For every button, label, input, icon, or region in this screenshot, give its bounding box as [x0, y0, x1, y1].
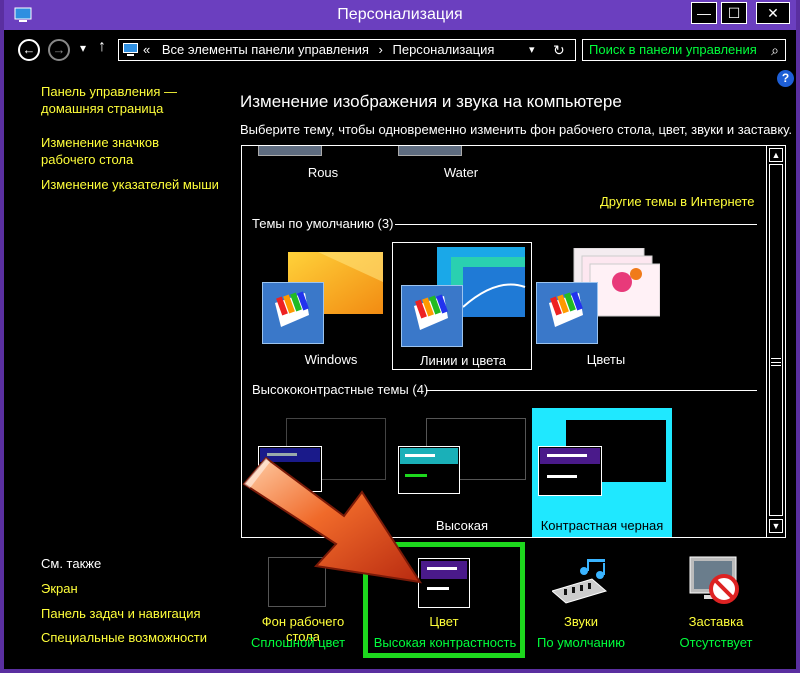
- default-themes-header: Темы по умолчанию (3): [252, 216, 394, 231]
- theme-windows[interactable]: Windows: [252, 244, 392, 369]
- sounds-link[interactable]: Звуки: [544, 614, 618, 629]
- desktop-background-value[interactable]: Сплошной цвет: [243, 635, 353, 650]
- close-button[interactable]: ✕: [756, 2, 790, 24]
- hcb-window-preview: [538, 446, 602, 496]
- pointer-arrow-icon: [242, 456, 423, 584]
- color-palette-icon: [536, 282, 598, 344]
- theme-label-water[interactable]: Water: [428, 165, 494, 180]
- see-also-heading: См. также: [41, 556, 102, 571]
- theme-lines-and-colors[interactable]: Линии и цвета: [392, 242, 532, 370]
- search-placeholder: Поиск в панели управления: [589, 42, 757, 57]
- breadcrumb-all-items[interactable]: Все элементы панели управления: [162, 42, 369, 57]
- control-panel-home-link[interactable]: Панель управления — домашняя страница: [41, 83, 201, 117]
- section-divider: [395, 224, 757, 225]
- taskbar-navigation-link[interactable]: Панель задач и навигация: [41, 605, 201, 622]
- online-themes-link[interactable]: Другие темы в Интернете: [600, 194, 755, 209]
- themes-scrollbar[interactable]: ▲ ▼: [766, 146, 785, 537]
- maximize-button[interactable]: ☐: [721, 2, 747, 24]
- theme-label-rous[interactable]: Rous: [290, 165, 356, 180]
- theme-label-windows[interactable]: Windows: [276, 352, 386, 367]
- up-button[interactable]: ↑: [98, 38, 106, 56]
- theme-high-contrast-black[interactable]: Контрастная черная: [532, 408, 672, 537]
- page-title: Изменение изображения и звука на компьют…: [240, 92, 622, 111]
- theme-flowers[interactable]: Цветы: [534, 244, 674, 369]
- screensaver-value[interactable]: Отсутствует: [672, 635, 760, 650]
- rous-theme-thumbnail[interactable]: [258, 146, 322, 156]
- screensaver-link[interactable]: Заставка: [674, 614, 758, 629]
- sounds-icon[interactable]: [552, 557, 610, 607]
- address-dropdown-icon[interactable]: ▾: [529, 40, 535, 60]
- search-input[interactable]: Поиск в панели управления ⌕: [582, 39, 786, 61]
- page-subtitle: Выберите тему, чтобы одновременно измени…: [240, 122, 792, 137]
- theme-label-lines[interactable]: Линии и цвета: [403, 353, 523, 368]
- screensaver-icon[interactable]: [686, 555, 746, 607]
- breadcrumb-separator: ›: [378, 42, 383, 57]
- refresh-icon[interactable]: ↻: [553, 40, 565, 60]
- scroll-thumb[interactable]: [769, 164, 783, 516]
- sounds-value[interactable]: По умолчанию: [527, 635, 635, 650]
- scroll-down-button[interactable]: ▼: [769, 519, 783, 533]
- title-bar: Персонализация — ☐ ✕: [4, 0, 796, 30]
- scroll-up-button[interactable]: ▲: [769, 148, 783, 162]
- search-icon[interactable]: ⌕: [771, 40, 779, 60]
- mouse-pointers-link[interactable]: Изменение указателей мыши: [41, 176, 221, 193]
- navigation-bar: ← → ▾ ↑ « Все элементы панели управления…: [4, 30, 796, 70]
- scroll-grip: [771, 358, 781, 366]
- help-icon[interactable]: ?: [777, 70, 794, 87]
- back-button[interactable]: ←: [18, 39, 40, 61]
- personalization-window: Персонализация — ☐ ✕ ← → ▾ ↑ « Все элеме…: [0, 0, 800, 673]
- forward-button[interactable]: →: [48, 39, 70, 61]
- display-link[interactable]: Экран: [41, 580, 78, 597]
- address-bar[interactable]: « Все элементы панели управления › Персо…: [118, 39, 576, 61]
- ease-of-access-link[interactable]: Специальные возможности: [41, 629, 207, 646]
- window-title: Персонализация: [337, 6, 463, 23]
- control-panel-icon: [123, 43, 138, 56]
- minimize-button[interactable]: —: [691, 2, 717, 24]
- address-overflow[interactable]: «: [143, 42, 150, 57]
- desktop-icons-link[interactable]: Изменение значков рабочего стола: [41, 134, 201, 168]
- breadcrumb-personalization[interactable]: Персонализация: [393, 42, 495, 57]
- high-contrast-header: Высококонтрастные темы (4): [252, 382, 429, 397]
- water-theme-thumbnail[interactable]: [398, 146, 462, 156]
- section-divider: [426, 390, 757, 391]
- color-palette-icon: [262, 282, 324, 344]
- theme-label-flowers[interactable]: Цветы: [556, 352, 656, 367]
- color-palette-icon: [401, 285, 463, 347]
- theme-label-contrast-black[interactable]: Контрастная черная: [538, 518, 666, 533]
- recent-locations-icon[interactable]: ▾: [80, 41, 86, 55]
